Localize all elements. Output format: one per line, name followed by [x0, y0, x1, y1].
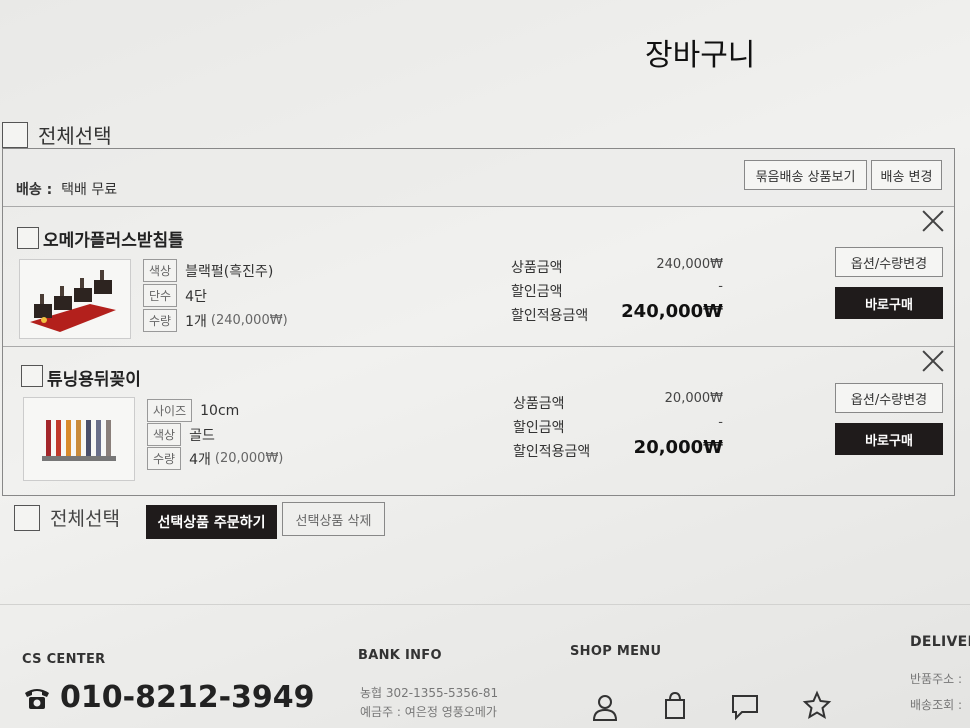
remove-item-icon[interactable] — [922, 350, 944, 372]
shipping-label: 배송 : 택배 무료 — [16, 182, 118, 198]
buy-now-button[interactable]: 바로구매 — [835, 423, 943, 455]
buy-now-button[interactable]: 바로구매 — [835, 287, 943, 319]
star-icon[interactable] — [802, 690, 832, 720]
product-price-label: 상품금액 — [513, 396, 565, 412]
change-option-button[interactable]: 옵션/수량변경 — [835, 247, 943, 277]
telephone-icon — [25, 688, 49, 709]
shipping-bar: 배송 : 택배 무료 묶음배송 상품보기 배송 변경 — [3, 149, 954, 207]
item-name: 튜닝용뒤꽂이 — [47, 370, 141, 390]
select-all-checkbox[interactable] — [2, 121, 28, 148]
chat-bubble-icon[interactable] — [730, 692, 760, 722]
page-title: 장바구니 — [645, 38, 756, 73]
option-row: 수량 1개 (240,000₩) — [143, 309, 288, 332]
product-price-label: 상품금액 — [511, 260, 563, 276]
final-price-label: 할인적용금액 — [511, 308, 589, 324]
select-all-top[interactable]: 전체선택 — [2, 120, 112, 149]
shop-menu-title: SHOP MENU — [570, 644, 662, 659]
select-all-checkbox[interactable] — [14, 504, 40, 531]
remove-item-icon[interactable] — [922, 210, 944, 232]
discount-value: - — [718, 415, 723, 430]
bank-holder: 예금주 : 여은정 영풍오메가 — [360, 705, 497, 719]
cart-item: 오메가플러스받침틀 색상 블랙펄(흑진주) 단수 4단 수량 1개 (240,0… — [3, 207, 954, 347]
delivery-title: DELIVER — [910, 634, 970, 650]
discount-label: 할인금액 — [513, 420, 565, 436]
bundle-shipping-button[interactable]: 묶음배송 상품보기 — [744, 160, 867, 190]
option-value: 10cm — [200, 402, 240, 419]
item-checkbox[interactable] — [17, 227, 39, 249]
footer-divider — [0, 604, 970, 605]
option-tag: 수량 — [143, 309, 178, 332]
delete-selected-button[interactable]: 선택상품 삭제 — [282, 502, 385, 536]
cs-phone-number: 010-8212-3949 — [60, 680, 315, 715]
user-icon[interactable] — [590, 692, 620, 722]
shopping-bag-icon[interactable] — [660, 690, 690, 720]
final-price-label: 할인적용금액 — [513, 444, 591, 460]
option-value: 4개 — [189, 451, 211, 468]
option-value: 골드 — [189, 427, 215, 444]
select-all-label: 전체선택 — [38, 124, 112, 148]
bottom-action-bar: 전체선택 — [14, 504, 120, 531]
final-price: 240,000₩ — [621, 301, 723, 322]
option-tag: 단수 — [143, 284, 178, 307]
product-price: 240,000₩ — [656, 257, 723, 272]
stand-rack-image — [30, 270, 116, 332]
discount-value: - — [718, 279, 723, 294]
bank-account: 농협 302-1355-5356-81 — [360, 686, 499, 700]
delivery-tracking-label: 배송조회 : — [910, 698, 963, 712]
cs-phone[interactable]: 010-8212-3949 — [22, 680, 315, 715]
option-row: 색상 블랙펄(흑진주) — [143, 259, 273, 282]
cs-center-title: CS CENTER — [22, 652, 106, 667]
item-checkbox[interactable] — [21, 365, 43, 387]
change-option-button[interactable]: 옵션/수량변경 — [835, 383, 943, 413]
product-image[interactable] — [23, 397, 135, 481]
hairpin-set-image — [42, 420, 116, 461]
option-tag: 색상 — [147, 423, 182, 446]
product-image[interactable] — [19, 259, 131, 339]
option-row: 수량 4개 (20,000₩) — [147, 447, 283, 470]
return-address-label: 반품주소 : — [910, 672, 963, 686]
order-selected-button[interactable]: 선택상품 주문하기 — [146, 505, 277, 539]
option-tag: 수량 — [147, 447, 182, 470]
option-value: 4단 — [185, 288, 207, 305]
option-subtotal: (20,000₩) — [214, 451, 284, 466]
discount-label: 할인금액 — [511, 284, 563, 300]
option-row: 색상 골드 — [147, 423, 215, 446]
item-name: 오메가플러스받침틀 — [43, 231, 184, 251]
select-all-label: 전체선택 — [50, 508, 120, 530]
change-shipping-button[interactable]: 배송 변경 — [871, 160, 942, 190]
final-price: 20,000₩ — [633, 437, 723, 458]
cart-box: 배송 : 택배 무료 묶음배송 상품보기 배송 변경 오메가플러스받침틀 색상 … — [2, 148, 955, 496]
option-tag: 사이즈 — [147, 399, 193, 422]
bank-info-title: BANK INFO — [358, 648, 442, 663]
cart-item: 튜닝용뒤꽂이 사이즈 10cm 색상 골드 수량 4개 (20,000₩) 상품… — [3, 347, 954, 495]
product-price: 20,000₩ — [664, 391, 723, 406]
option-row: 단수 4단 — [143, 284, 207, 307]
option-value: 블랙펄(흑진주) — [185, 263, 274, 280]
option-tag: 색상 — [143, 259, 178, 282]
option-value: 1개 — [185, 313, 207, 330]
option-row: 사이즈 10cm — [147, 399, 239, 422]
option-subtotal: (240,000₩) — [210, 313, 288, 328]
